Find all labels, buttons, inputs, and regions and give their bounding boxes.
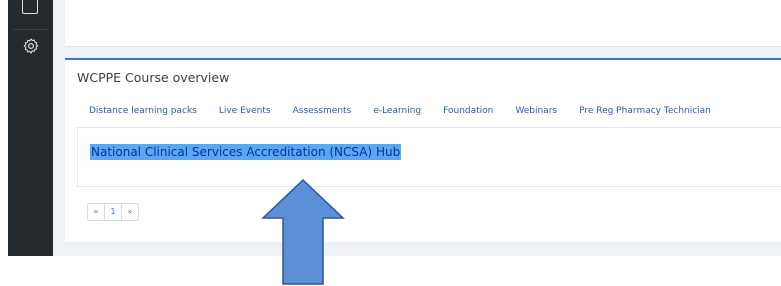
course-overview-card: WCPPE Course overview Distance learning … [65,58,781,242]
top-card [65,0,781,47]
tab-e-learning[interactable]: e-Learning [373,106,421,116]
tab-assessments[interactable]: Assessments [293,106,352,116]
pagination: « 1 » [87,203,139,221]
window-icon[interactable] [22,0,38,14]
sidebar-divider [13,29,48,30]
tab-webinars[interactable]: Webinars [515,106,557,116]
course-list-item: National Clinical Services Accreditation… [77,127,781,187]
pagination-last-button[interactable]: » [122,204,138,220]
pagination-first-button[interactable]: « [88,204,105,220]
sidebar [8,0,53,256]
up-arrow-icon [261,178,345,285]
pagination-page-1[interactable]: 1 [105,204,122,220]
tab-pre-reg-pharmacy-technician[interactable]: Pre Reg Pharmacy Technician [579,106,711,116]
course-tabs: Distance learning packs Live Events Asse… [89,106,733,116]
course-link-ncsa-hub[interactable]: National Clinical Services Accreditation… [90,144,402,160]
tab-foundation[interactable]: Foundation [443,106,493,116]
tab-live-events[interactable]: Live Events [219,106,271,116]
card-title: WCPPE Course overview [77,70,230,85]
gear-icon[interactable] [22,37,40,55]
tab-distance-learning-packs[interactable]: Distance learning packs [89,106,197,116]
